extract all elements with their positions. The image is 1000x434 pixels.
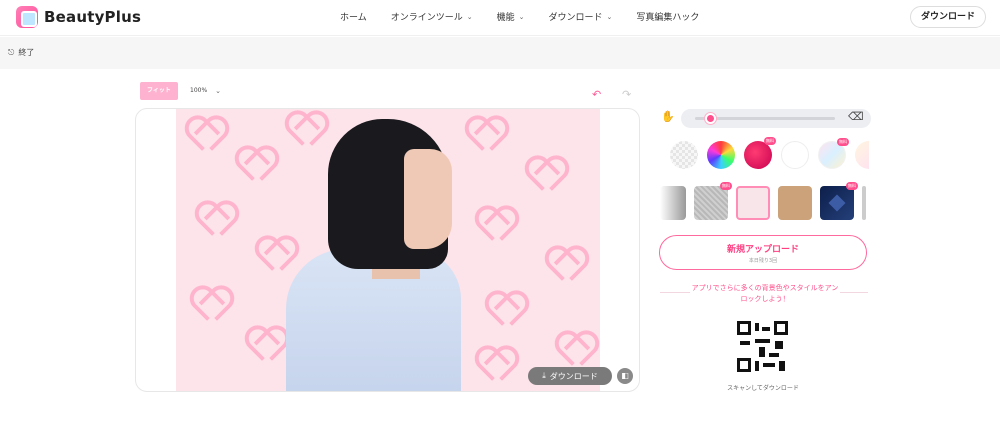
nav-item-online-tools[interactable]: オンラインツール ⌄ — [390, 10, 473, 24]
chevron-down-icon: ⌄ — [518, 12, 525, 21]
eraser-icon[interactable]: ⌫ — [848, 110, 864, 123]
nav-item-features[interactable]: 機能 ⌄ — [496, 10, 525, 24]
swatch-color-picker[interactable] — [707, 141, 735, 169]
heart-pattern — [236, 149, 270, 183]
undo-icon[interactable]: ↶ — [592, 88, 601, 101]
top-header: BeautyPlus ホーム オンラインツール ⌄ 機能 ⌄ ダウンロード ⌄ 写真編… — [0, 0, 1000, 36]
slider-track — [695, 117, 835, 120]
free-badge: 無料 — [846, 182, 858, 190]
slider-thumb[interactable] — [705, 113, 716, 124]
texture-glitter[interactable]: 無料 — [694, 182, 732, 220]
chevron-down-icon: ⌄ — [215, 87, 222, 95]
new-upload-button[interactable]: 新規アップロード 本日残り3回 — [659, 235, 867, 270]
nav-item-download[interactable]: ダウンロード ⌄ — [548, 10, 613, 24]
swatch-white[interactable] — [781, 141, 809, 169]
qr-module — [763, 363, 775, 367]
heart-pattern — [466, 119, 500, 153]
heart-pattern — [486, 294, 520, 328]
app-icon — [16, 6, 38, 28]
fit-button[interactable]: フィット — [140, 82, 178, 100]
exit-label: 終了 — [18, 48, 35, 57]
nav-label: オンラインツール — [390, 13, 463, 23]
background-color-row: 無料 無料 — [670, 137, 869, 169]
main-nav: ホーム オンラインツール ⌄ 機能 ⌄ ダウンロード ⌄ 写真編集ハック — [340, 10, 723, 24]
swatch-pastel-2[interactable] — [855, 141, 869, 169]
swatch-transparent[interactable] — [670, 141, 698, 169]
heart-pattern — [476, 349, 510, 383]
qr-module — [762, 327, 770, 331]
qr-module — [769, 353, 779, 357]
heart-pattern — [246, 329, 280, 363]
qr-module — [779, 361, 785, 371]
brand-logo[interactable]: BeautyPlus — [16, 6, 141, 28]
free-badge: 無料 — [837, 138, 849, 146]
nav-item-home[interactable]: ホーム — [340, 10, 367, 23]
heart-pattern — [556, 334, 590, 368]
upload-title: 新規アップロード — [726, 245, 799, 255]
qr-module — [755, 361, 759, 371]
exit-button[interactable]: ⎋ 終了 — [8, 47, 34, 58]
zoom-select[interactable]: 100% ⌄ — [184, 82, 226, 100]
compare-icon[interactable]: ◧ — [617, 368, 633, 384]
heart-pattern — [191, 289, 225, 323]
swatch-red[interactable]: 無料 — [744, 137, 776, 169]
promo-text: アプリでさらに多くの背景色やスタイルをアンロックしよう！ — [690, 283, 840, 305]
heart-pattern — [476, 209, 510, 243]
nav-label: 写真編集ハック — [636, 13, 700, 23]
hand-brush-icon[interactable]: ✋ — [661, 110, 675, 123]
free-badge: 無料 — [720, 182, 732, 190]
qr-module — [755, 323, 759, 331]
download-icon: ⤓ — [542, 371, 546, 380]
chevron-down-icon: ⌄ — [606, 12, 613, 21]
chevron-down-icon: ⌄ — [466, 12, 473, 21]
texture-navy[interactable]: 無料 — [820, 182, 858, 220]
swatch-pastel[interactable]: 無料 — [818, 138, 849, 169]
brush-size-slider[interactable] — [681, 109, 871, 128]
texture-kraft[interactable] — [778, 186, 812, 220]
zoom-value: 100% — [190, 87, 208, 94]
subject-face — [404, 149, 452, 249]
heart-pattern — [196, 204, 230, 238]
free-badge: 無料 — [764, 137, 776, 145]
heart-pattern — [526, 159, 560, 193]
redo-icon[interactable]: ↷ — [622, 88, 631, 101]
upload-subtitle: 本日残り3回 — [748, 258, 778, 264]
canvas-download-label: ダウンロード — [549, 371, 598, 381]
qr-code — [737, 321, 788, 372]
nav-label: ダウンロード — [548, 13, 603, 23]
editor-topbar: ⎋ 終了 — [0, 37, 1000, 69]
brand-name: BeautyPlus — [44, 8, 142, 26]
nav-label: 機能 — [496, 13, 515, 23]
heart-pattern — [286, 114, 320, 148]
nav-item-photo-hacks[interactable]: 写真編集ハック — [636, 10, 699, 23]
qr-finder — [737, 358, 751, 372]
texture-pink[interactable] — [736, 186, 770, 220]
qr-module — [755, 339, 770, 343]
edited-photo — [176, 109, 600, 391]
qr-module — [775, 341, 783, 349]
canvas-download-button[interactable]: ⤓ ダウンロード — [528, 367, 612, 385]
heart-pattern — [186, 119, 220, 153]
texture-gradient[interactable] — [660, 186, 686, 220]
heart-pattern — [256, 239, 290, 273]
qr-caption: スキャンしてダウンロード — [727, 385, 799, 392]
heart-pattern — [546, 249, 580, 283]
nav-label: ホーム — [340, 13, 367, 23]
exit-icon: ⎋ — [8, 47, 15, 57]
qr-finder — [737, 321, 751, 335]
qr-finder — [774, 321, 788, 335]
image-canvas[interactable]: ⤓ ダウンロード ◧ — [135, 108, 640, 392]
qr-module — [759, 347, 765, 357]
background-texture-row: 無料 無料 — [660, 182, 866, 220]
texture-more[interactable] — [862, 186, 866, 220]
qr-module — [740, 341, 750, 345]
header-download-button[interactable]: ダウンロード — [909, 6, 986, 28]
